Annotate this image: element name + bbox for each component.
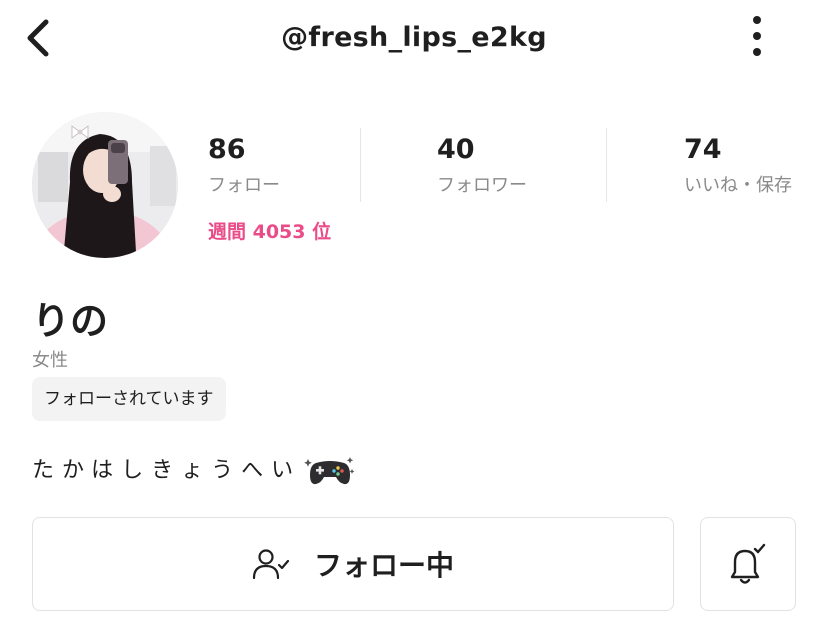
stat-followers[interactable]: 40 フォロワー — [437, 132, 527, 198]
notification-bell-button[interactable] — [700, 517, 796, 611]
followers-label: フォロワー — [437, 175, 527, 196]
following-label: フォロー — [208, 175, 280, 196]
bio-text: たかはしきょうへい — [32, 458, 302, 483]
sparkle-gamepad-icon — [304, 457, 355, 485]
vertical-ellipsis-icon — [753, 16, 761, 56]
gender-label: 女性 — [32, 350, 68, 371]
following-button[interactable]: フォロー中 — [32, 517, 674, 611]
user-check-icon — [252, 549, 290, 580]
bio: たかはしきょうへい — [32, 452, 356, 489]
avatar[interactable] — [32, 112, 178, 258]
following-count: 86 — [208, 134, 246, 165]
more-options-button[interactable] — [740, 12, 774, 64]
followers-count: 40 — [437, 134, 475, 165]
profile-username: @fresh_lips_e2kg — [281, 22, 547, 53]
weekly-rank[interactable]: 週間 4053 位 — [208, 217, 331, 244]
likes-saves-count: 74 — [684, 134, 722, 165]
stat-divider — [606, 128, 607, 202]
follows-you-badge: フォローされています — [32, 377, 226, 421]
stat-following[interactable]: 86 フォロー — [208, 132, 280, 198]
display-name: りの — [32, 299, 109, 343]
stat-divider — [360, 128, 361, 202]
bell-check-icon — [730, 543, 766, 584]
likes-saves-label: いいね・保存 — [684, 175, 792, 196]
following-button-label: フォロー中 — [313, 549, 454, 582]
stat-likes-saves[interactable]: 74 いいね・保存 — [684, 132, 792, 198]
top-bar: @fresh_lips_e2kg — [0, 0, 828, 80]
profile-photo-image — [32, 112, 178, 258]
